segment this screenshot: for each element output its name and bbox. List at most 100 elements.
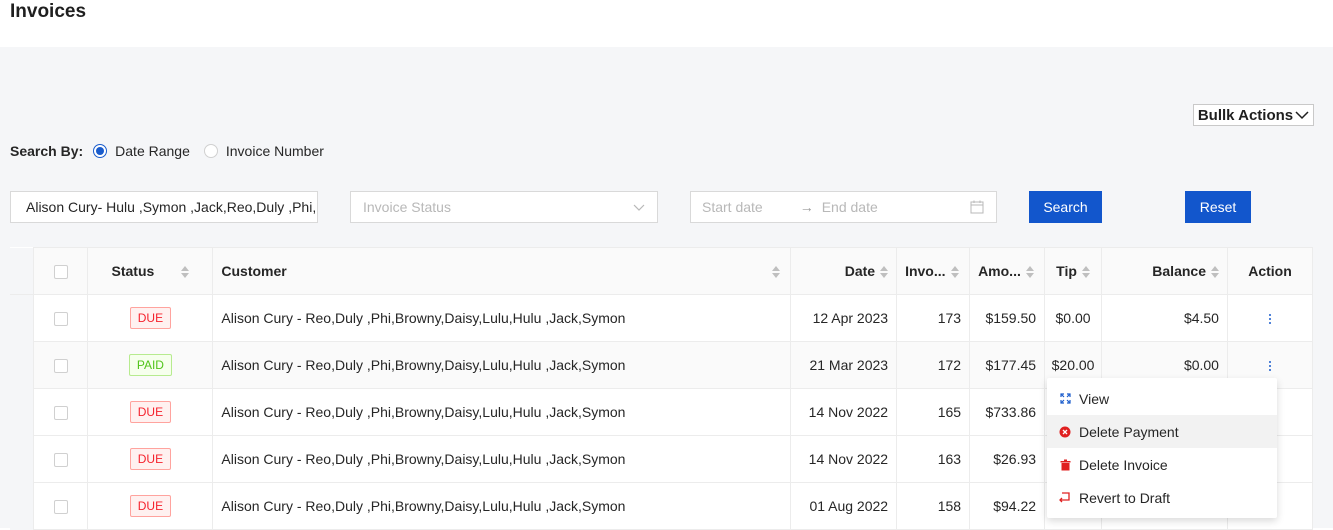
row-checkbox[interactable] [53, 453, 68, 468]
customer-cell: Alison Cury - Reo,Duly ,Phi,Browny,Daisy… [212, 435, 792, 483]
tip-cell: $0.00 [1044, 294, 1103, 342]
col-date[interactable]: Date [790, 247, 898, 295]
col-amount[interactable]: Amo... [969, 247, 1046, 295]
col-status[interactable]: Status [87, 247, 214, 295]
row-select-cell [33, 482, 89, 530]
menu-item-delete-payment[interactable]: Delete Payment [1047, 415, 1277, 448]
row-checkbox[interactable] [53, 359, 68, 374]
col-status-label: Status [111, 263, 155, 279]
menu-item-delete-invoice[interactable]: Delete Invoice [1047, 448, 1277, 481]
customer-select[interactable]: Alison Cury- Hulu ,Symon ,Jack,Reo,Duly … [10, 191, 318, 223]
sort-icon[interactable] [1081, 266, 1090, 279]
bulk-actions-label: Bullk Actions [1197, 106, 1294, 124]
status-cell: DUE [87, 435, 214, 483]
row-select-cell [33, 388, 89, 436]
col-tip[interactable]: Tip [1044, 247, 1103, 295]
table-gutter [10, 388, 34, 436]
invoice-cell: 158 [896, 482, 971, 530]
row-select-cell [33, 435, 89, 483]
close-circle-icon [1059, 426, 1071, 438]
row-checkbox[interactable] [53, 312, 68, 327]
customer-select-value: Alison Cury- Hulu ,Symon ,Jack,Reo,Duly … [26, 199, 317, 215]
col-action: Action [1226, 247, 1314, 295]
date-cell: 01 Aug 2022 [790, 482, 898, 530]
sort-icon[interactable] [181, 266, 190, 279]
chevron-down-icon [633, 204, 645, 211]
sort-icon[interactable] [950, 266, 959, 279]
col-customer[interactable]: Customer [212, 247, 792, 295]
table-gutter [10, 294, 34, 342]
revert-icon [1059, 492, 1071, 504]
search-by-group: Search By: Date Range Invoice Number [10, 143, 338, 159]
table-row[interactable]: DUE Alison Cury - Reo,Duly ,Phi,Browny,D… [10, 294, 1314, 342]
trash-icon [1059, 459, 1071, 471]
status-badge: DUE [129, 307, 172, 329]
date-range-picker[interactable]: Start date → End date [690, 191, 997, 223]
row-checkbox[interactable] [53, 500, 68, 515]
search-button[interactable]: Search [1029, 191, 1102, 223]
radio-invoice-number-label: Invoice Number [225, 143, 324, 159]
invoice-status-select[interactable]: Invoice Status [350, 191, 658, 223]
menu-item-revert-to-draft[interactable]: Revert to Draft [1047, 481, 1277, 514]
customer-cell: Alison Cury - Reo,Duly ,Phi,Browny,Daisy… [212, 482, 792, 530]
sort-icon[interactable] [772, 266, 781, 278]
customer-cell: Alison Cury - Reo,Duly ,Phi,Browny,Daisy… [212, 294, 792, 342]
end-date-input[interactable]: End date [822, 199, 970, 215]
date-cell: 12 Apr 2023 [790, 294, 898, 342]
amount-cell: $94.22 [969, 482, 1046, 530]
reset-button[interactable]: Reset [1185, 191, 1251, 223]
invoice-cell: 163 [896, 435, 971, 483]
balance-cell: $4.50 [1101, 294, 1228, 342]
date-cell: 21 Mar 2023 [790, 341, 898, 389]
col-invoice[interactable]: Invo... [896, 247, 971, 295]
radio-date-range[interactable]: Date Range [93, 143, 190, 159]
action-cell [1226, 294, 1314, 342]
col-customer-label: Customer [221, 263, 287, 279]
invoice-cell: 173 [896, 294, 971, 342]
radio-invoice-number[interactable]: Invoice Number [203, 143, 324, 159]
status-badge: DUE [129, 401, 172, 423]
radio-dot[interactable] [203, 144, 218, 158]
col-balance-label: Balance [1152, 263, 1206, 279]
col-action-label: Action [1248, 263, 1292, 279]
more-actions-icon[interactable] [1268, 361, 1271, 372]
table-gutter [10, 435, 34, 483]
date-cell: 14 Nov 2022 [790, 388, 898, 436]
page-title: Invoices [10, 1, 87, 22]
radio-date-range-label: Date Range [115, 143, 190, 159]
select-all-checkbox[interactable] [53, 265, 68, 280]
chevron-down-icon [1295, 111, 1309, 120]
col-balance[interactable]: Balance [1101, 247, 1228, 295]
status-badge: PAID [128, 354, 172, 376]
more-actions-icon[interactable] [1268, 314, 1271, 325]
menu-item-label: Delete Payment [1079, 423, 1179, 440]
status-badge: DUE [129, 448, 172, 470]
customer-cell: Alison Cury - Reo,Duly ,Phi,Browny,Daisy… [212, 388, 792, 436]
invoice-cell: 172 [896, 341, 971, 389]
bulk-actions-button[interactable]: Bullk Actions [1193, 104, 1314, 126]
row-checkbox[interactable] [53, 406, 68, 421]
customer-cell: Alison Cury - Reo,Duly ,Phi,Browny,Daisy… [212, 341, 792, 389]
sort-icon[interactable] [880, 266, 889, 279]
status-cell: DUE [87, 294, 214, 342]
invoice-status-placeholder: Invoice Status [363, 199, 451, 215]
amount-cell: $733.86 [969, 388, 1046, 436]
col-invoice-label: Invo... [905, 263, 946, 279]
col-date-label: Date [844, 263, 876, 279]
radio-dot-selected[interactable] [93, 144, 108, 158]
calendar-icon[interactable] [970, 200, 984, 214]
menu-item-label: Delete Invoice [1079, 456, 1168, 473]
sort-icon[interactable] [1025, 266, 1034, 279]
status-cell: DUE [87, 482, 214, 530]
start-date-input[interactable]: Start date [702, 199, 763, 215]
date-cell: 14 Nov 2022 [790, 435, 898, 483]
table-gutter [10, 341, 34, 389]
sort-icon[interactable] [1210, 266, 1219, 279]
amount-cell: $177.45 [969, 341, 1046, 389]
row-select-cell [33, 341, 89, 389]
menu-item-view[interactable]: View [1047, 382, 1277, 415]
row-select-cell [33, 294, 89, 342]
table-gutter [10, 247, 35, 295]
status-cell: DUE [87, 388, 214, 436]
menu-item-label: View [1079, 390, 1110, 407]
